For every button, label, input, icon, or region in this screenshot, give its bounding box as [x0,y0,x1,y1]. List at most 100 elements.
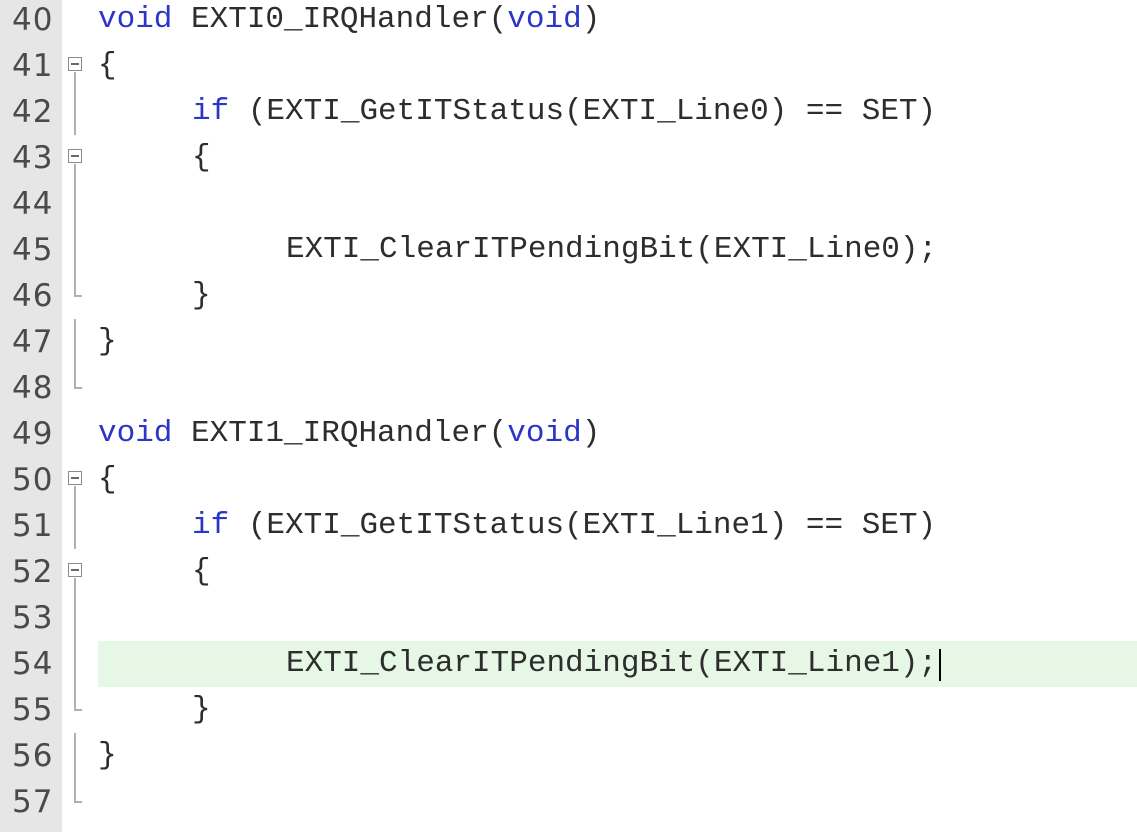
code-line-56[interactable]: 56} [0,733,1137,779]
line-number: 46 [12,278,54,314]
code-text: { [98,43,117,89]
code-token: EXTI_ClearITPendingBit(EXTI_Line1); [286,646,938,681]
code-text-area[interactable]: void EXTI1_IRQHandler(void) [98,411,1137,457]
fold-blank [62,0,94,43]
line-number: 51 [12,508,54,544]
fold-collapse-icon[interactable] [62,135,94,181]
fold-collapse-icon[interactable] [62,549,94,595]
keyword-token: void [507,2,582,37]
code-token: EXTI1_IRQHandler( [172,416,508,451]
code-token: (EXTI_GetITStatus(EXTI_Line1) == SET) [229,508,937,543]
fold-end-marker [62,273,94,319]
code-text-area[interactable]: } [98,319,1137,365]
code-text-area[interactable] [98,595,1137,641]
fold-guide-line [62,181,94,227]
code-text: { [98,457,117,503]
fold-guide-line [62,641,94,687]
code-text: EXTI_ClearITPendingBit(EXTI_Line0); [286,227,937,273]
code-line-51[interactable]: 51 if (EXTI_GetITStatus(EXTI_Line1) == SE… [0,503,1137,549]
code-text: } [98,319,117,365]
code-text-area[interactable] [98,181,1137,227]
code-text-area[interactable]: if (EXTI_GetITStatus(EXTI_Line1) == SET) [98,503,1137,549]
code-text: } [192,687,211,733]
code-text: { [192,549,211,595]
code-text-area[interactable]: { [98,549,1137,595]
code-line-49[interactable]: 49 void EXTI1_IRQHandler(void) [0,411,1137,457]
code-text-area[interactable]: } [98,273,1137,319]
keyword-token: if [192,94,230,129]
code-line-50[interactable]: 50 { [0,457,1137,503]
code-editor[interactable]: 40 void EXTI0_IRQHandler(void) 41 { 42 if (EX… [0,0,1137,832]
code-line-42[interactable]: 42 if (EXTI_GetITStatus(EXTI_Line0) == SE… [0,89,1137,135]
line-number: 55 [12,692,54,728]
code-line-55[interactable]: 55} [0,687,1137,733]
code-text-area[interactable]: EXTI_ClearITPendingBit(EXTI_Line0); [98,227,1137,273]
code-token: (EXTI_GetITStatus(EXTI_Line0) == SET) [229,94,937,129]
line-number: 54 [12,646,54,682]
line-number: 50 [12,462,54,498]
code-text-area[interactable]: EXTI_ClearITPendingBit(EXTI_Line1); [98,641,1137,687]
code-line-54[interactable]: 54 EXTI_ClearITPendingBit(EXTI_Line1); [0,641,1137,687]
fold-collapse-icon[interactable] [62,43,94,89]
fold-guide-line [62,319,94,365]
code-token: } [192,692,211,727]
line-number: 44 [12,186,54,222]
code-line-46[interactable]: 46} [0,273,1137,319]
code-text-area[interactable] [98,779,1137,825]
code-line-47[interactable]: 47} [0,319,1137,365]
code-token: { [192,140,211,175]
code-line-44[interactable]: 44 [0,181,1137,227]
keyword-token: void [98,2,173,37]
line-number: 43 [12,140,54,176]
code-text-area[interactable]: void EXTI0_IRQHandler(void) [98,0,1137,43]
code-token: } [192,278,211,313]
code-text: { [192,135,211,181]
code-line-48[interactable]: 48 [0,365,1137,411]
code-text-area[interactable]: if (EXTI_GetITStatus(EXTI_Line0) == SET) [98,89,1137,135]
line-number: 45 [12,232,54,268]
code-text: EXTI_ClearITPendingBit(EXTI_Line1); [286,641,937,687]
code-text: void EXTI1_IRQHandler(void) [98,411,600,457]
text-cursor [939,649,942,681]
code-token: EXTI0_IRQHandler( [172,2,508,37]
line-number: 57 [12,784,54,820]
code-token: { [98,462,117,497]
code-text-area[interactable]: { [98,43,1137,89]
line-number: 42 [12,94,54,130]
code-text: void EXTI0_IRQHandler(void) [98,0,600,43]
code-token: ) [581,416,601,451]
code-text: } [192,273,211,319]
code-token: { [192,554,211,589]
code-line-43[interactable]: 43 { [0,135,1137,181]
fold-end-marker [62,365,94,411]
code-line-41[interactable]: 41 { [0,43,1137,89]
line-number: 48 [12,370,54,406]
code-token: EXTI_ClearITPendingBit(EXTI_Line0); [286,232,938,267]
fold-guide-line [62,595,94,641]
line-number: 49 [12,416,54,452]
code-line-57[interactable]: 57 [0,779,1137,825]
code-line-40[interactable]: 40 void EXTI0_IRQHandler(void) [0,0,1137,43]
fold-collapse-icon[interactable] [62,457,94,503]
code-text-area[interactable]: } [98,687,1137,733]
line-number: 53 [12,600,54,636]
code-text-area[interactable]: { [98,135,1137,181]
fold-end-marker [62,779,94,825]
code-line-52[interactable]: 52 { [0,549,1137,595]
code-line-53[interactable]: 53 [0,595,1137,641]
code-token: { [98,48,117,83]
fold-guide-line [62,227,94,273]
keyword-token: void [98,416,173,451]
fold-guide-line [62,89,94,135]
line-number: 52 [12,554,54,590]
code-text-area[interactable]: } [98,733,1137,779]
code-line-45[interactable]: 45 EXTI_ClearITPendingBit(EXTI_Line0); [0,227,1137,273]
fold-guide-line [62,503,94,549]
code-text: if (EXTI_GetITStatus(EXTI_Line0) == SET) [192,89,936,135]
code-token: } [98,738,117,773]
code-text-area[interactable]: { [98,457,1137,503]
line-number: 47 [12,324,54,360]
code-text: } [98,733,117,779]
code-text-area[interactable] [98,365,1137,411]
fold-blank [62,411,94,457]
